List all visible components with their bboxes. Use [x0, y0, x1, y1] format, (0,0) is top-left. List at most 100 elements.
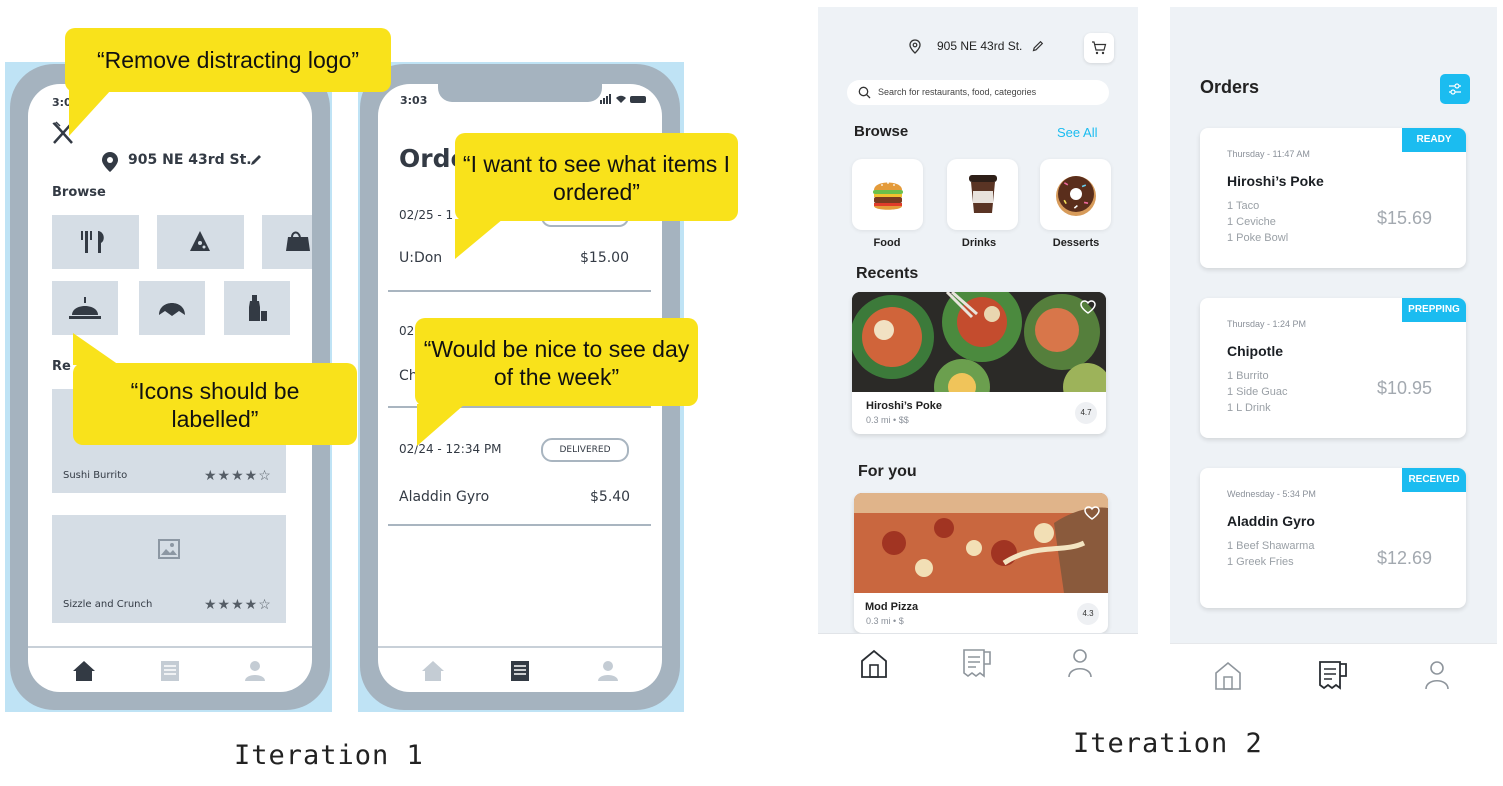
wireframe-bottom-nav — [378, 646, 662, 692]
order-date: Wednesday - 5:34 PM — [1227, 489, 1316, 499]
order-name: Aladdin Gyro — [399, 489, 490, 505]
order-date: 02/25 - 1 — [399, 208, 454, 222]
donut-icon — [1056, 176, 1096, 216]
cart-button[interactable] — [1084, 33, 1114, 63]
recent-card-name: Sizzle and Crunch — [63, 599, 153, 610]
profile-icon[interactable] — [1424, 660, 1450, 690]
heart-favorite-icon[interactable] — [1080, 300, 1096, 314]
receipt-icon[interactable] — [510, 660, 530, 682]
see-all-link[interactable]: See All — [1057, 125, 1097, 140]
address-text: 905 NE 43rd St. — [937, 39, 1023, 53]
bottom-nav — [818, 633, 1138, 702]
bubble-tail — [455, 219, 503, 259]
profile-icon[interactable] — [244, 660, 266, 682]
edit-pencil-icon[interactable] — [250, 154, 262, 166]
browse-tile-cloche[interactable] — [52, 281, 118, 335]
rating-badge: 4.7 — [1075, 402, 1097, 424]
category-food[interactable] — [852, 159, 923, 230]
order-price: $10.95 — [1377, 378, 1433, 398]
order-card-aladdin-gyro[interactable]: RECEIVED Wednesday - 5:34 PM Aladdin Gyr… — [1200, 468, 1466, 608]
order-restaurant: Hiroshi’s Poke — [1227, 173, 1324, 189]
feedback-bubble-day: “Would be nice to see day of the week” — [415, 318, 698, 446]
home-icon[interactable] — [421, 660, 445, 682]
category-desserts[interactable] — [1040, 159, 1111, 230]
pizza-slice-icon — [190, 231, 210, 251]
recents-heading: Recents — [856, 265, 919, 282]
edit-pencil-icon[interactable] — [1032, 40, 1044, 52]
order-price: $15.00 — [580, 250, 629, 266]
croissant-icon — [159, 303, 185, 316]
home-icon[interactable] — [72, 660, 96, 682]
status-badge: RECEIVED — [1402, 468, 1466, 492]
order-date: Thursday - 11:47 AM — [1227, 149, 1310, 159]
recents-heading: Re — [52, 359, 71, 374]
category-label-desserts: Desserts — [1052, 237, 1100, 249]
heart-favorite-icon[interactable] — [1084, 506, 1100, 520]
receipt-icon[interactable] — [962, 648, 992, 680]
browse-tile-utensils[interactable] — [52, 215, 139, 269]
location-pin-icon — [909, 39, 921, 54]
restaurant-meta: 0.3 mi • $$ — [866, 415, 909, 425]
browse-tile-croissant[interactable] — [139, 281, 205, 335]
browse-tile-pizza[interactable] — [157, 215, 244, 269]
home-icon[interactable] — [860, 649, 888, 679]
orders-screen: Orders READY Thursday - 11:47 AM Hiroshi… — [1170, 7, 1497, 702]
image-placeholder-icon — [158, 539, 180, 559]
order-name: U:Don — [399, 250, 443, 266]
star-rating: ★★★★☆ — [204, 596, 272, 612]
wireframe-bottom-nav — [28, 646, 312, 692]
home-screen: 905 NE 43rd St. Search for restaurants, … — [818, 7, 1138, 702]
recent-card-sizzle-crunch[interactable]: Sizzle and Crunch ★★★★☆ — [52, 515, 286, 623]
orders-title: Orders — [1200, 77, 1260, 97]
feedback-text: “Icons should be labelled” — [130, 378, 300, 432]
divider — [388, 524, 651, 526]
status-badge: PREPPING — [1402, 298, 1466, 322]
star-rating: ★★★★☆ — [204, 467, 272, 483]
caption-iteration-1: Iteration 1 — [234, 740, 424, 771]
feedback-bubble-icons: “Icons should be labelled” — [73, 333, 357, 445]
feedback-text: “Remove distracting logo” — [96, 47, 360, 73]
order-restaurant: Chipotle — [1227, 343, 1283, 359]
order-card-hiroshis-poke[interactable]: READY Thursday - 11:47 AM Hiroshi’s Poke… — [1200, 128, 1466, 268]
phone-notch — [438, 84, 602, 102]
restaurant-card-mod-pizza[interactable]: Mod Pizza 0.3 mi • $ 4.3 — [854, 493, 1108, 633]
profile-icon[interactable] — [1067, 648, 1093, 678]
burger-icon — [873, 182, 903, 210]
cart-icon — [1092, 41, 1107, 55]
bubble-tail — [73, 333, 119, 365]
receipt-icon[interactable] — [160, 660, 180, 682]
filter-sliders-icon — [1449, 83, 1461, 95]
filter-button[interactable] — [1440, 74, 1470, 104]
restaurant-card-hiroshis-poke[interactable]: Hiroshi’s Poke 0.3 mi • $$ 4.7 — [852, 292, 1106, 434]
bottle-icon — [249, 295, 267, 321]
takeout-bag-icon — [286, 231, 310, 251]
order-items: 1 Taco 1 Ceviche 1 Poke Bowl — [1227, 200, 1289, 244]
recent-card-name: Sushi Burrito — [63, 470, 128, 481]
order-price: $12.69 — [1377, 548, 1433, 568]
restaurant-photo-poke — [852, 292, 1106, 392]
food-cloche-icon — [69, 297, 101, 319]
search-icon — [858, 86, 871, 99]
browse-heading: Browse — [52, 185, 106, 200]
category-label-drinks: Drinks — [961, 237, 997, 249]
search-bar[interactable]: Search for restaurants, food, categories — [847, 80, 1109, 105]
browse-tile-bottle[interactable] — [224, 281, 290, 335]
restaurant-photo-pizza — [854, 493, 1108, 593]
feedback-bubble-items: “I want to see what items I ordered” — [455, 133, 738, 259]
status-time: 3:03 — [400, 94, 428, 107]
caption-iteration-2: Iteration 2 — [1073, 728, 1263, 759]
restaurant-name: Mod Pizza — [865, 601, 919, 613]
restaurant-name: Hiroshi’s Poke — [866, 400, 943, 412]
category-drinks[interactable] — [947, 159, 1018, 230]
order-card-chipotle[interactable]: PREPPING Thursday - 1:24 PM Chipotle 1 B… — [1200, 298, 1466, 438]
home-icon[interactable] — [1214, 661, 1242, 691]
bubble-tail — [69, 90, 111, 136]
coffee-cup-icon — [969, 175, 997, 213]
profile-icon[interactable] — [597, 660, 619, 682]
browse-tile-bag[interactable] — [262, 215, 312, 269]
utensils-icon — [81, 231, 104, 253]
order-restaurant: Aladdin Gyro — [1227, 513, 1315, 529]
order-price: $15.69 — [1377, 208, 1433, 228]
receipt-icon[interactable] — [1318, 660, 1348, 692]
search-input[interactable]: Search for restaurants, food, categories — [878, 87, 1036, 97]
